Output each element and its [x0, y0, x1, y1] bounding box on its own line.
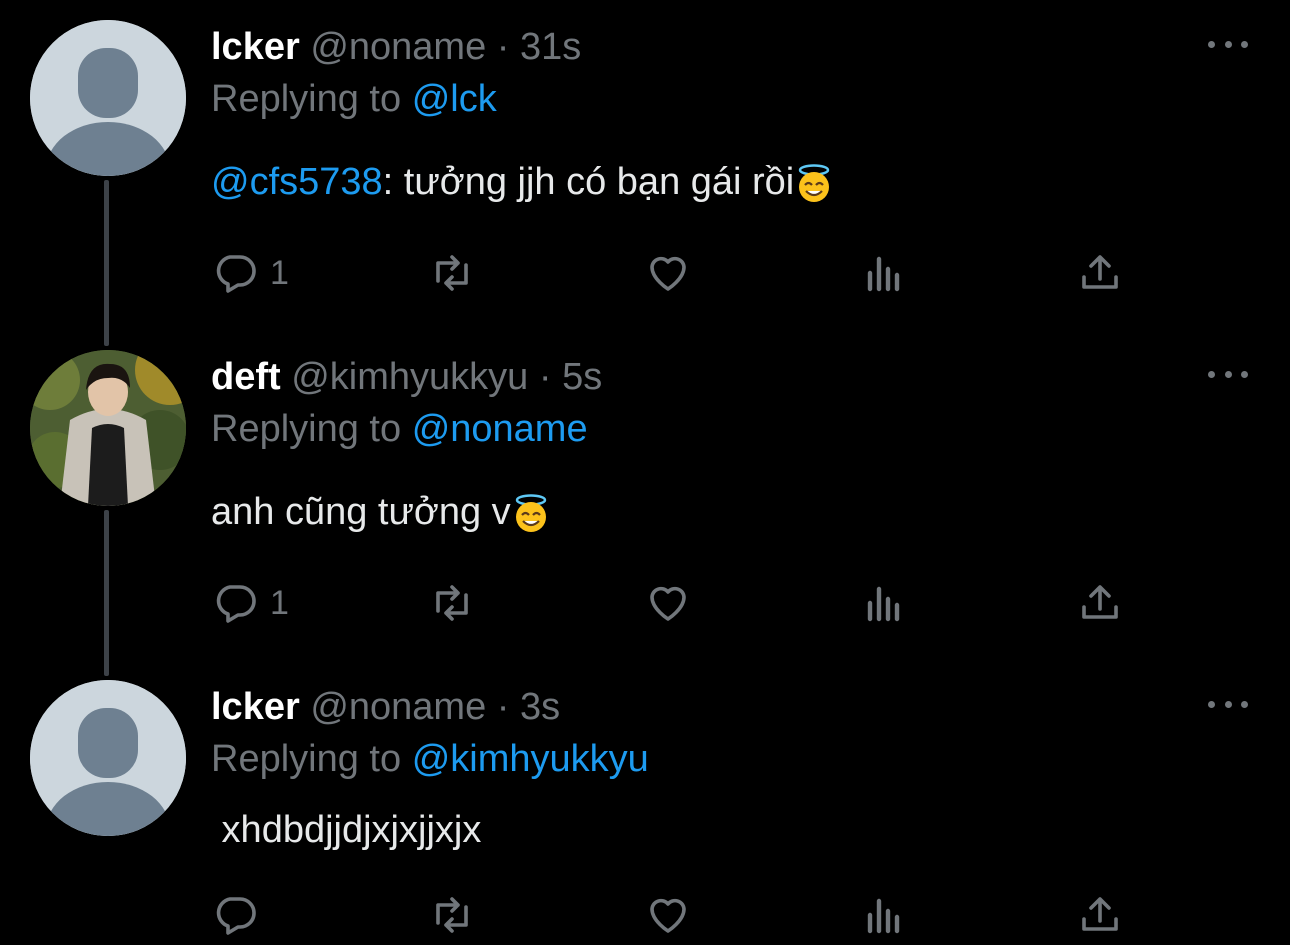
replying-to: Replying to @kimhyukkyu	[211, 736, 649, 782]
handle[interactable]: @noname	[310, 26, 486, 68]
share-icon	[1082, 255, 1118, 289]
views-icon	[867, 256, 900, 292]
more-icon[interactable]	[1208, 34, 1248, 54]
more-icon[interactable]	[1208, 364, 1248, 384]
views-button[interactable]	[860, 890, 908, 940]
tweet[interactable]: lcker @noname · 3s Replying to @kimhyukk…	[0, 680, 1290, 945]
tweet-text: @cfs5738: tưởng jjh có bạn gái rồi	[211, 158, 834, 206]
retweet-icon	[436, 585, 468, 621]
profile-photo	[30, 350, 186, 506]
replying-prefix: Replying to	[211, 78, 402, 120]
share-button[interactable]	[1076, 890, 1124, 940]
tweet-actions	[0, 890, 1290, 940]
replying-prefix: Replying to	[211, 738, 402, 780]
display-name[interactable]: lcker	[211, 26, 300, 68]
separator: ·	[538, 356, 552, 398]
smiling-face-with-halo-icon	[515, 494, 546, 532]
like-button[interactable]	[644, 578, 692, 628]
timestamp[interactable]: 3s	[520, 686, 560, 728]
separator: ·	[496, 26, 510, 68]
separator: ·	[496, 686, 510, 728]
handle[interactable]: @kimhyukkyu	[291, 356, 528, 398]
reply-count: 1	[270, 253, 289, 292]
retweet-button[interactable]	[428, 890, 476, 940]
like-button[interactable]	[644, 248, 692, 298]
reply-icon	[216, 897, 256, 935]
like-icon	[650, 256, 686, 291]
reply-button[interactable]	[212, 890, 270, 940]
share-button[interactable]	[1076, 578, 1124, 628]
avatar[interactable]	[30, 680, 186, 836]
like-icon	[650, 898, 686, 933]
display-name[interactable]: lcker	[211, 686, 300, 728]
views-button[interactable]	[860, 248, 908, 298]
views-button[interactable]	[860, 578, 908, 628]
replying-to-mention[interactable]: @kimhyukkyu	[412, 738, 649, 780]
tweet-header: lcker @noname · 3s	[211, 684, 560, 730]
retweet-icon	[436, 897, 468, 933]
replying-to: Replying to @noname	[211, 406, 588, 452]
replying-to-mention[interactable]: @noname	[412, 408, 588, 450]
tweet[interactable]: deft @kimhyukkyu · 5s Replying to @nonam…	[0, 350, 1290, 654]
like-icon	[650, 586, 686, 621]
tweet-header: deft @kimhyukkyu · 5s	[211, 354, 602, 400]
smiling-face-with-halo-icon	[799, 164, 830, 202]
body-text: anh cũng tưởng v	[211, 491, 511, 533]
reply-count: 1	[270, 583, 289, 622]
timestamp[interactable]: 5s	[562, 356, 602, 398]
body-mention[interactable]: @cfs5738	[211, 161, 383, 203]
retweet-button[interactable]	[428, 248, 476, 298]
replying-prefix: Replying to	[211, 408, 402, 450]
share-icon	[1082, 897, 1118, 931]
reply-icon	[216, 585, 256, 623]
tweet[interactable]: lcker @noname · 31s Replying to @lck @cf…	[0, 20, 1290, 324]
retweet-button[interactable]	[428, 578, 476, 628]
tweet-header: lcker @noname · 31s	[211, 24, 581, 70]
tweet-text: anh cũng tưởng v	[211, 488, 551, 536]
avatar[interactable]	[30, 350, 186, 506]
avatar[interactable]	[30, 20, 186, 176]
timestamp[interactable]: 31s	[520, 26, 581, 68]
reply-button[interactable]: 1	[212, 248, 289, 298]
retweet-icon	[436, 255, 468, 291]
reply-button[interactable]: 1	[212, 578, 289, 628]
handle[interactable]: @noname	[310, 686, 486, 728]
share-icon	[1082, 585, 1118, 619]
like-button[interactable]	[644, 890, 692, 940]
replying-to: Replying to @lck	[211, 76, 497, 122]
tweet-actions: 1	[0, 578, 1290, 628]
tweet-actions: 1	[0, 248, 1290, 298]
more-icon[interactable]	[1208, 694, 1248, 714]
display-name[interactable]: deft	[211, 356, 281, 398]
share-button[interactable]	[1076, 248, 1124, 298]
body-text: : tưởng jjh có bạn gái rồi	[382, 161, 795, 203]
body-text: xhdbdjjdjxjxjjxjx	[211, 809, 482, 851]
default-avatar-icon	[30, 20, 186, 176]
replying-to-mention[interactable]: @lck	[412, 78, 497, 120]
views-icon	[867, 586, 900, 622]
reply-icon	[216, 255, 256, 293]
tweet-text: xhdbdjjdjxjxjjxjx	[211, 806, 482, 854]
default-avatar-icon	[30, 680, 186, 836]
views-icon	[867, 898, 900, 934]
